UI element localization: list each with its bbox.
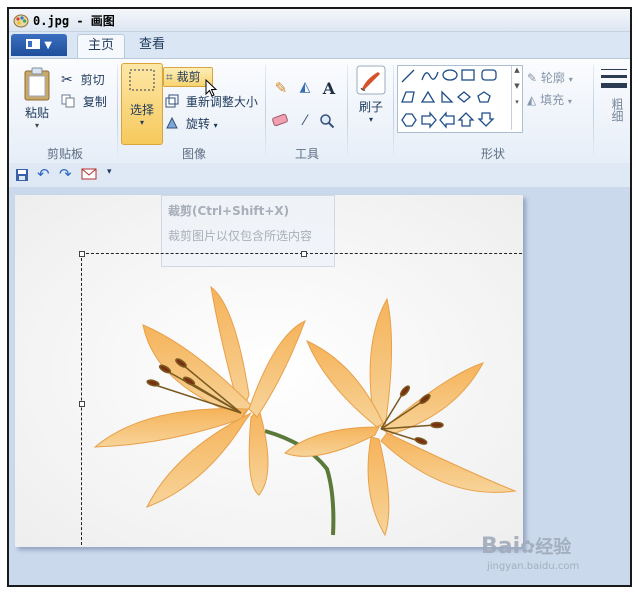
shapes-gallery-icons: [401, 69, 497, 129]
email-icon[interactable]: [81, 168, 97, 180]
resize-icon: [165, 94, 179, 108]
watermark-url: jingyan.baidu.com: [487, 561, 580, 572]
undo-icon[interactable]: ↶: [37, 165, 50, 183]
copy-icon: [61, 94, 75, 108]
title-bar: 0.jpg - 画图: [9, 9, 630, 32]
image-group-label: 图像: [181, 147, 206, 161]
ribbon: 粘贴 ▾ ✂ 剪切 复制 剪贴板 选择 ▾ ⌗ 裁剪 重新调整大小 旋转 ▾ 图…: [9, 58, 630, 164]
tab-view-label: 查看: [138, 37, 165, 52]
selection-marquee[interactable]: [81, 253, 523, 547]
paste-button[interactable]: 粘贴 ▾: [19, 67, 55, 130]
brushes-dropdown-arrow[interactable]: ▾: [353, 115, 389, 124]
scissors-icon: ✂: [61, 72, 73, 88]
magnifier-icon[interactable]: [319, 113, 339, 133]
eraser-icon[interactable]: [271, 113, 291, 133]
watermark-brand2: 经验: [535, 537, 572, 558]
group-separator: [117, 65, 118, 157]
group-separator: [593, 65, 594, 157]
group-separator: [347, 65, 348, 157]
rotate-icon: [166, 116, 178, 129]
menu-icon: [26, 39, 41, 49]
cut-label: 剪切: [80, 73, 105, 87]
shapes-group-label: 形状: [480, 147, 505, 161]
selection-handle[interactable]: [301, 251, 307, 257]
outline-label: 轮廓: [540, 71, 565, 85]
tab-home-label: 主页: [87, 38, 114, 53]
quick-access-toolbar: ↶ ↷ ▾: [9, 163, 630, 187]
rotate-label: 旋转: [185, 117, 210, 131]
fill-label: 填充: [540, 93, 565, 107]
group-separator: [265, 65, 266, 157]
selection-handle[interactable]: [79, 251, 85, 257]
tab-view[interactable]: 查看: [127, 34, 177, 58]
outline-button[interactable]: ✎ 轮廓 ▾: [527, 69, 573, 86]
crop-icon: ⌗: [166, 70, 173, 84]
resize-button[interactable]: 重新调整大小: [165, 93, 258, 110]
fill-dropdown-arrow[interactable]: ▾: [568, 97, 572, 106]
select-button[interactable]: 选择 ▾: [121, 63, 163, 145]
color-picker-icon[interactable]: ⁄: [295, 113, 315, 133]
pencil-icon[interactable]: ✎: [271, 79, 291, 99]
outline-dropdown-arrow[interactable]: ▾: [569, 75, 573, 84]
cut-button[interactable]: ✂ 剪切: [61, 71, 105, 88]
window-title: 0.jpg - 画图: [33, 14, 115, 28]
size-button[interactable]: 粗细: [599, 65, 630, 122]
size-label: 粗细: [610, 98, 624, 122]
menu-dropdown-label: ▼: [44, 40, 52, 51]
copy-label: 复制: [82, 95, 107, 109]
redo-icon[interactable]: ↷: [59, 165, 72, 183]
tools-group-label: 工具: [294, 147, 319, 161]
paint-app-icon: [13, 14, 29, 28]
gallery-scroll[interactable]: ▲ ▼ ▾: [511, 66, 522, 130]
crop-label: 裁剪: [176, 70, 201, 84]
paint-menu-button[interactable]: ▼: [11, 34, 67, 56]
outline-icon: ✎: [527, 71, 538, 85]
copy-button[interactable]: 复制: [61, 93, 107, 110]
select-dropdown-arrow[interactable]: ▾: [122, 118, 162, 127]
paint-window: 0.jpg - 画图 ▼ 主页 查看 粘贴 ▾ ✂ 剪切 复制 剪贴板 选择 ▾…: [7, 7, 632, 587]
fill-button[interactable]: ◭ 填充 ▾: [527, 91, 572, 108]
image-canvas[interactable]: 裁剪(Ctrl+Shift+X) 裁剪图片以仅包含所选内容: [15, 195, 523, 547]
canvas-area: 裁剪(Ctrl+Shift+X) 裁剪图片以仅包含所选内容 Bai✿经验 jin…: [9, 187, 630, 585]
selection-rect-icon: [129, 69, 155, 91]
select-label: 选择: [129, 103, 154, 117]
save-icon[interactable]: [15, 168, 29, 182]
brushes-button[interactable]: 刷子 ▾: [353, 65, 389, 124]
shapes-gallery[interactable]: ▲ ▼ ▾: [397, 65, 523, 133]
brushes-label: 刷子: [358, 100, 383, 114]
ribbon-tab-bar: ▼ 主页 查看: [9, 32, 630, 59]
rotate-dropdown-arrow[interactable]: ▾: [214, 121, 218, 130]
text-tool-icon[interactable]: A: [319, 79, 339, 99]
tab-home[interactable]: 主页: [77, 34, 125, 59]
fill-bucket-icon[interactable]: ◭: [295, 79, 315, 99]
tooltip-description: 裁剪图片以仅包含所选内容: [168, 229, 313, 243]
group-separator: [393, 65, 394, 157]
watermark-brand: Bai: [481, 534, 521, 559]
customize-qat-dropdown[interactable]: ▾: [107, 167, 112, 177]
paw-icon: ✿: [520, 537, 536, 558]
fill-icon: ◭: [527, 93, 537, 107]
paste-dropdown-arrow[interactable]: ▾: [19, 121, 55, 130]
line-size-icon: [601, 69, 627, 88]
rotate-button[interactable]: 旋转 ▾: [165, 115, 218, 132]
clipboard-group-label: 剪贴板: [46, 147, 83, 161]
baidu-watermark: Bai✿经验: [481, 533, 571, 559]
resize-label: 重新调整大小: [185, 95, 258, 109]
brush-icon: [356, 65, 386, 95]
tooltip-title: 裁剪(Ctrl+Shift+X): [168, 204, 290, 218]
selection-handle[interactable]: [79, 401, 85, 407]
clipboard-icon: [24, 67, 50, 101]
paste-label: 粘贴: [24, 106, 49, 120]
